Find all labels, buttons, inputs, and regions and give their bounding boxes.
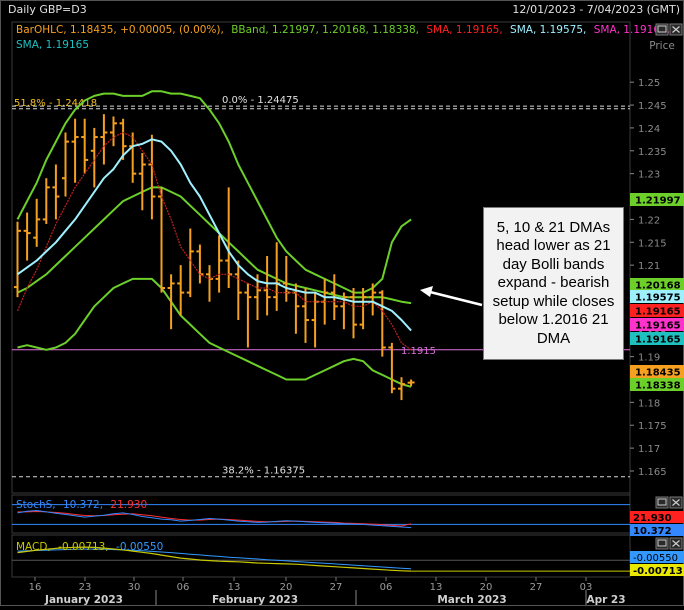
day-tick-label: 23: [79, 582, 92, 593]
month-label: March 2023: [437, 594, 506, 606]
legend-sma-teal: SMA, 1.19165: [16, 39, 89, 51]
date-range: 12/01/2023 - 7/04/2023 (GMT): [512, 3, 680, 16]
stoch-label: StochS,: [16, 499, 56, 511]
price-tag: 1.19165: [630, 304, 684, 318]
macd-value-1: -0.00713,: [58, 541, 109, 553]
stoch-tag-text: 10.372: [633, 526, 672, 537]
month-label: Apr 23: [586, 594, 625, 606]
price-tick-label: 1.22: [638, 215, 660, 226]
price-tick-label: 1.165: [638, 467, 667, 478]
price-tick-label: 1.175: [638, 421, 667, 432]
symbol-title: Daily GBP=D3: [8, 3, 87, 16]
stoch-legend: StochS, 10.372, 21.930: [16, 499, 147, 511]
price-tag-text: 1.19575: [635, 293, 681, 304]
fib-label: 0.0% - 1.24475: [222, 95, 299, 106]
macd-tag: -0.00713: [630, 564, 684, 577]
fib-label: 38.2% - 1.16375: [222, 466, 305, 477]
day-tick-label: 06: [177, 582, 190, 593]
macd-tag: -0.00550: [630, 551, 684, 564]
price-tick-label: 1.19: [638, 353, 660, 364]
price-tag: 1.18338: [630, 378, 684, 392]
day-tick-label: 27: [530, 582, 543, 593]
legend-sma-cyan: SMA, 1.19575,: [510, 24, 586, 36]
price-tag-text: 1.20168: [635, 281, 681, 292]
price-axis-title: Price: [649, 40, 675, 52]
stoch-tag-text: 21.930: [633, 513, 672, 524]
legend-ohlc: BarOHLC, 1.18435, +0.00005, (0.00%),: [16, 24, 224, 36]
day-tick-label: 20: [480, 582, 493, 593]
price-tag: 1.20168: [630, 278, 684, 292]
price-tag-text: 1.21997: [635, 196, 681, 207]
chart-window: Daily GBP=D3 12/01/2023 - 7/04/2023 (GMT…: [0, 0, 684, 606]
annotation-text: 5, 10 & 21 DMAs head lower as 21 day Bol…: [492, 218, 615, 347]
price-tag: 1.19575: [630, 290, 684, 304]
macd-tag-text: -0.00550: [633, 553, 678, 564]
month-label: January 2023: [44, 594, 123, 606]
price-tag: 1.19165: [630, 332, 684, 346]
legend-sma-red: SMA, 1.19165,: [426, 24, 502, 36]
stoch-tag: 21.930: [630, 511, 684, 524]
annotation-callout: 5, 10 & 21 DMAs head lower as 21 day Bol…: [483, 207, 624, 360]
stoch-tag: 10.372: [630, 524, 684, 537]
indicator-legend: BarOHLC, 1.18435, +0.00005, (0.00%), BBa…: [16, 24, 670, 36]
day-tick-label: 16: [29, 582, 42, 593]
price-tag-text: 1.19165: [635, 335, 681, 346]
day-tick-label: 13: [430, 582, 443, 593]
price-tick-label: 1.245: [638, 101, 667, 112]
price-tag: 1.19165: [630, 318, 684, 332]
day-tick-label: 06: [380, 582, 393, 593]
macd-value-2: -0.00550: [116, 541, 163, 553]
stoch-d-value: 21.930: [110, 499, 147, 511]
legend-bband: BBand, 1.21997, 1.20168, 1.18338,: [231, 24, 419, 36]
price-tag: 1.21997: [630, 193, 684, 207]
macd-label: MACD,: [16, 541, 51, 553]
price-tag-text: 1.19165: [635, 307, 681, 318]
day-tick-label: 13: [228, 582, 241, 593]
price-tag-text: 1.18338: [635, 381, 681, 392]
price-tick-label: 1.25: [638, 78, 660, 89]
price-tag-text: 1.19165: [635, 321, 681, 332]
price-tick-label: 1.24: [638, 124, 660, 135]
day-tick-label: 27: [330, 582, 343, 593]
macd-tag-text: -0.00713: [633, 566, 683, 577]
day-tick-label: 30: [128, 582, 141, 593]
price-tick-label: 1.23: [638, 170, 660, 181]
price-tick-label: 1.215: [638, 238, 667, 249]
price-tick-label: 1.21: [638, 261, 660, 272]
month-label: February 2023: [212, 594, 298, 606]
price-tick-label: 1.18: [638, 398, 660, 409]
price-tag-text: 1.18435: [635, 368, 681, 379]
level-label: 1.1915: [401, 346, 436, 357]
price-tag: 1.18435: [630, 365, 684, 379]
macd-legend: MACD, -0.00713, -0.00550: [16, 541, 163, 553]
price-tick-label: 1.17: [638, 444, 660, 455]
price-tick-label: 1.235: [638, 147, 667, 158]
day-tick-label: 20: [280, 582, 293, 593]
stoch-k-value: 10.372,: [63, 499, 103, 511]
